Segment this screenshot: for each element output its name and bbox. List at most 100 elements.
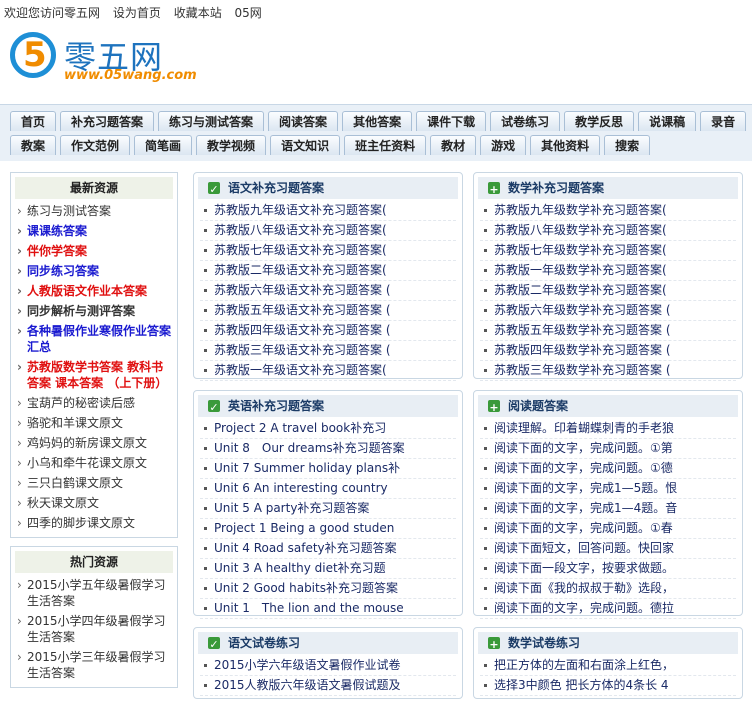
nav-tab[interactable]: 其他资料 bbox=[530, 135, 601, 155]
hot-resources-list: 2015小学五年级暑假学习生活答案2015小学四年级暑假学习生活答案2015小学… bbox=[11, 575, 177, 687]
panel-title[interactable]: 语文试卷练习 bbox=[228, 636, 300, 650]
list-item[interactable]: 苏教版四年级数学补充习题答案 ( bbox=[480, 341, 736, 361]
list-item[interactable]: 苏教版三年级语文补充习题答案 ( bbox=[200, 341, 456, 361]
nav-tab[interactable]: 作文范例 bbox=[60, 135, 131, 155]
list-item[interactable]: 苏教版五年级语文补充习题答案 ( bbox=[200, 301, 456, 321]
list-item[interactable]: Unit 8 Our dreams补充习题答案 bbox=[200, 439, 456, 459]
list-item[interactable]: 阅读下面的文字，完成问题。①德 bbox=[480, 459, 736, 479]
check-icon bbox=[208, 397, 220, 419]
nav-tab[interactable]: 班主任资料 bbox=[344, 135, 427, 155]
list-item[interactable]: 把正方体的左面和右面涂上红色， bbox=[480, 656, 736, 676]
set-homepage-link[interactable]: 设为首页 bbox=[113, 6, 161, 20]
sidebar-latest-item[interactable]: 各种暑假作业寒假作业答案汇总 bbox=[15, 321, 173, 357]
hot-resources-title: 热门资源 bbox=[15, 551, 173, 573]
list-item[interactable]: 苏教版六年级语文补充习题答案 ( bbox=[200, 281, 456, 301]
list-item[interactable]: 苏教版二年级语文补充习题答案( bbox=[200, 261, 456, 281]
list-item[interactable]: 阅读下面的文字，完成问题。①春 bbox=[480, 519, 736, 539]
site-name-link[interactable]: 05网 bbox=[235, 6, 262, 20]
nav-tab[interactable]: 课件下载 bbox=[416, 111, 487, 131]
sidebar-latest-item[interactable]: 伴你学答案 bbox=[15, 241, 173, 261]
sidebar-latest-item[interactable]: 鸡妈妈的新房课文原文 bbox=[15, 433, 173, 453]
nav-tab[interactable]: 练习与测试答案 bbox=[158, 111, 265, 131]
plus-icon bbox=[488, 634, 500, 656]
sidebar-latest-item[interactable]: 四季的脚步课文原文 bbox=[15, 513, 173, 533]
nav-tab[interactable]: 简笔画 bbox=[134, 135, 193, 155]
list-item[interactable]: 阅读下面《我的叔叔于勒》选段， bbox=[480, 579, 736, 599]
list-item[interactable]: 2015人教版六年级语文暑假试题及 bbox=[200, 676, 456, 696]
list-item[interactable]: Project 1 Being a good studen bbox=[200, 519, 456, 539]
sidebar-latest-item[interactable]: 人教版语文作业本答案 bbox=[15, 281, 173, 301]
list-item[interactable]: 阅读下面的文字，完成问题。①第 bbox=[480, 439, 736, 459]
nav-tab[interactable]: 教案 bbox=[10, 135, 57, 155]
nav-tab[interactable]: 说课稿 bbox=[638, 111, 697, 131]
nav-tab[interactable]: 录音 bbox=[700, 111, 747, 131]
list-item[interactable]: Unit 3 A healthy diet补充习题 bbox=[200, 559, 456, 579]
nav-tab[interactable]: 游戏 bbox=[480, 135, 527, 155]
list-item[interactable]: 阅读下面的文字，完成问题。德拉 bbox=[480, 599, 736, 619]
sidebar-hot-item[interactable]: 2015小学四年级暑假学习生活答案 bbox=[15, 611, 173, 647]
list-item[interactable]: 苏教版三年级数学补充习题答案 ( bbox=[480, 361, 736, 381]
panel-title[interactable]: 数学补充习题答案 bbox=[508, 181, 604, 195]
nav-tab[interactable]: 试卷练习 bbox=[490, 111, 561, 131]
list-item[interactable]: 阅读下面的文字，完成1—4题。音 bbox=[480, 499, 736, 519]
plus-icon bbox=[488, 397, 500, 419]
nav-tab[interactable]: 搜索 bbox=[604, 135, 651, 155]
list-item[interactable]: 苏教版五年级数学补充习题答案 ( bbox=[480, 321, 736, 341]
nav-tab[interactable]: 教学反思 bbox=[564, 111, 635, 131]
list-item[interactable]: 苏教版九年级语文补充习题答案( bbox=[200, 201, 456, 221]
list-item[interactable]: Unit 1 The lion and the mouse bbox=[200, 599, 456, 619]
latest-resources-title: 最新资源 bbox=[15, 177, 173, 199]
list-item[interactable]: Unit 2 Good habits补充习题答案 bbox=[200, 579, 456, 599]
nav-tab[interactable]: 补充习题答案 bbox=[60, 111, 155, 131]
list-item[interactable]: 2015小学六年级语文暑假作业试卷 bbox=[200, 656, 456, 676]
sidebar-latest-item[interactable]: 练习与测试答案 bbox=[15, 201, 173, 221]
list-item[interactable]: Unit 5 A party补充习题答案 bbox=[200, 499, 456, 519]
nav-tab[interactable]: 首页 bbox=[10, 111, 57, 131]
panel-math-exercises: 数学补充习题答案 苏教版九年级数学补充习题答案(苏教版八年级数学补充习题答案(苏… bbox=[473, 172, 743, 381]
site-logo[interactable]: 5 零五网 www.05wang.com bbox=[10, 30, 210, 90]
sidebar-hot-item[interactable]: 2015小学五年级暑假学习生活答案 bbox=[15, 575, 173, 611]
nav-tab[interactable]: 阅读答案 bbox=[268, 111, 339, 131]
list-item[interactable]: Project 2 A travel book补充习 bbox=[200, 419, 456, 439]
list-item[interactable]: 苏教版四年级语文补充习题答案 ( bbox=[200, 321, 456, 341]
panel-title[interactable]: 语文补充习题答案 bbox=[228, 181, 324, 195]
list-item[interactable]: 苏教版一年级数学补充习题答案( bbox=[480, 261, 736, 281]
sidebar-latest-item[interactable]: 课课练答案 bbox=[15, 221, 173, 241]
list-item[interactable]: 苏教版八年级数学补充习题答案( bbox=[480, 221, 736, 241]
sidebar-latest-item[interactable]: 苏教版数学书答案 教科书答案 课本答案 （上下册） bbox=[15, 357, 173, 393]
sidebar-latest-item[interactable]: 三只白鹤课文原文 bbox=[15, 473, 173, 493]
nav-tab[interactable]: 语文知识 bbox=[270, 135, 341, 155]
panel-title[interactable]: 阅读题答案 bbox=[508, 399, 568, 413]
list-item[interactable]: Unit 7 Summer holiday plans补 bbox=[200, 459, 456, 479]
list-item[interactable]: 苏教版六年级数学补充习题答案 ( bbox=[480, 301, 736, 321]
list-item[interactable]: 苏教版七年级语文补充习题答案( bbox=[200, 241, 456, 261]
sidebar-latest-item[interactable]: 骆驼和羊课文原文 bbox=[15, 413, 173, 433]
list-item[interactable]: 苏教版九年级数学补充习题答案( bbox=[480, 201, 736, 221]
nav-tab[interactable]: 其他答案 bbox=[342, 111, 413, 131]
sidebar-latest-item[interactable]: 秋天课文原文 bbox=[15, 493, 173, 513]
list-item[interactable]: 苏教版一年级语文补充习题答案( bbox=[200, 361, 456, 381]
list-item[interactable]: 阅读下面短文，回答问题。快回家 bbox=[480, 539, 736, 559]
list-item[interactable]: 阅读下面的文字，完成1—5题。恨 bbox=[480, 479, 736, 499]
list-item[interactable]: 苏教版二年级数学补充习题答案( bbox=[480, 281, 736, 301]
sidebar-latest-item[interactable]: 同步解析与测评答案 bbox=[15, 301, 173, 321]
bookmark-link[interactable]: 收藏本站 bbox=[174, 6, 222, 20]
list-item[interactable]: 阅读下面一段文字，按要求做题。 bbox=[480, 559, 736, 579]
list-item[interactable]: 苏教版七年级数学补充习题答案( bbox=[480, 241, 736, 261]
sidebar-hot-item[interactable]: 2015小学三年级暑假学习生活答案 bbox=[15, 647, 173, 683]
logo-domain: www.05wang.com bbox=[64, 68, 197, 83]
nav-tab[interactable]: 教材 bbox=[430, 135, 477, 155]
panel-title[interactable]: 数学试卷练习 bbox=[508, 636, 580, 650]
list-item[interactable]: 选择3中颜色 把长方体的4条长 4 bbox=[480, 676, 736, 696]
list-item[interactable]: 苏教版八年级语文补充习题答案( bbox=[200, 221, 456, 241]
panel-list: 苏教版九年级语文补充习题答案(苏教版八年级语文补充习题答案(苏教版七年级语文补充… bbox=[194, 201, 462, 387]
sidebar-latest-item[interactable]: 小乌和牵牛花课文原文 bbox=[15, 453, 173, 473]
nav-tab[interactable]: 教学视频 bbox=[196, 135, 267, 155]
sidebar-latest-item[interactable]: 同步练习答案 bbox=[15, 261, 173, 281]
check-icon bbox=[208, 634, 220, 656]
list-item[interactable]: Unit 4 Road safety补充习题答案 bbox=[200, 539, 456, 559]
list-item[interactable]: Unit 6 An interesting country bbox=[200, 479, 456, 499]
list-item[interactable]: 阅读理解。印着蝴蝶刺青的手老狼 bbox=[480, 419, 736, 439]
panel-title[interactable]: 英语补充习题答案 bbox=[228, 399, 324, 413]
sidebar-latest-item[interactable]: 宝葫芦的秘密读后感 bbox=[15, 393, 173, 413]
